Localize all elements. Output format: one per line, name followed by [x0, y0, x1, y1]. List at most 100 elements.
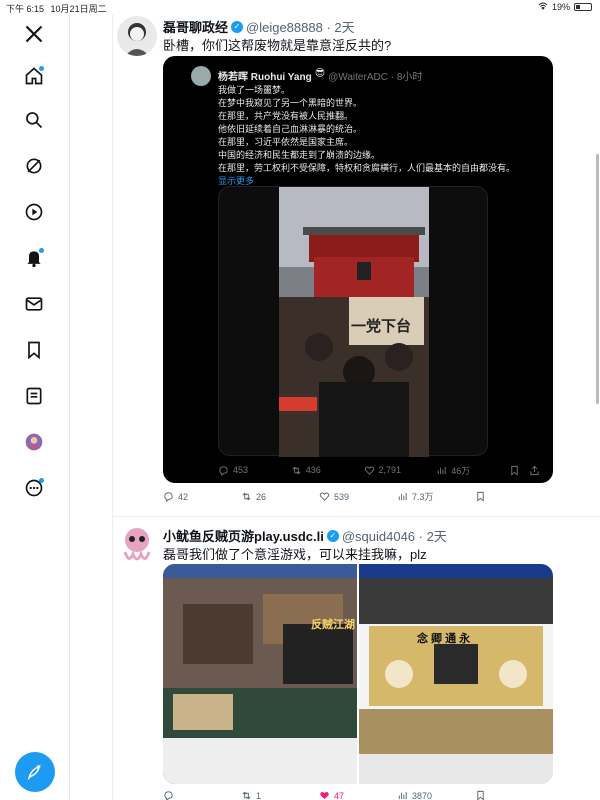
repost-count: 1: [256, 790, 262, 800]
repost-icon: [292, 466, 301, 474]
quoted-author-handle[interactable]: @WaiterADC · 8小时: [328, 68, 422, 83]
reply-count: 42: [178, 491, 189, 502]
bookmark-icon: [477, 790, 484, 800]
reply-icon: [219, 465, 228, 476]
tweet-text: 卧槽，你们这帮废物就是靠意淫反共的?: [163, 38, 392, 53]
views-icon: [398, 791, 407, 800]
media-grid[interactable]: 反贼江湖 念 卿 通 永: [163, 564, 553, 784]
game-screenshot-1[interactable]: 反贼江湖: [163, 564, 357, 784]
tweet-card[interactable]: 磊哥聊政经 ✓ @leige88888 · 2天 卧槽，你们这帮废物就是靠意淫反…: [113, 14, 600, 514]
tweet-header: 磊哥聊政经 ✓ @leige88888 · 2天: [163, 17, 355, 36]
feather-icon: [27, 764, 41, 781]
reply-icon: [164, 791, 173, 800]
x-logo-icon[interactable]: [22, 22, 46, 46]
like-button[interactable]: 2,791: [364, 461, 437, 479]
like-count: 2,791: [378, 465, 402, 475]
quoted-text: 我做了一场噩梦。 在梦中我窥见了另一个黑暗的世界。 在那里，共产党没有被人民推翻…: [218, 84, 548, 188]
battery-percent: 19%: [551, 2, 570, 12]
repost-count: 26: [256, 491, 267, 502]
views-icon: [438, 466, 446, 474]
heart-filled-icon: [320, 791, 329, 800]
bookmarks-icon[interactable]: [22, 338, 46, 362]
time-text: 下午 6:15: [6, 4, 45, 14]
quoted-line: 在梦中我窥见了另一个黑暗的世界。: [218, 98, 363, 108]
reply-icon: [164, 492, 173, 502]
repost-icon: [242, 791, 251, 800]
protest-photo[interactable]: 一党下台: [279, 187, 429, 457]
share-icon: [530, 465, 539, 475]
messages-icon[interactable]: [22, 292, 46, 316]
quoted-header: 杨若晖 Ruohui Yang 😎 @WaiterADC · 8小时: [218, 68, 422, 83]
tweet-action-bar: 1 47 3870: [163, 790, 553, 800]
verified-badge-icon: ✓: [231, 20, 244, 33]
wifi-icon: [538, 2, 548, 12]
reply-button[interactable]: [163, 790, 241, 800]
home-icon[interactable]: [22, 64, 46, 88]
battery-icon: [574, 3, 592, 11]
tweet-text: 磊哥我们做了个意淫游戏，可以来挂我嘛，plz: [163, 547, 427, 562]
bookmark-icon: [477, 491, 484, 502]
grok-icon[interactable]: [22, 154, 46, 178]
author-name[interactable]: 磊哥聊政经: [163, 17, 228, 36]
like-count: 539: [334, 491, 350, 502]
author-name[interactable]: 小鱿鱼反贼页游play.usdc.li: [163, 526, 324, 545]
quoted-avatar[interactable]: [191, 66, 211, 86]
more-icon[interactable]: [22, 476, 46, 500]
bookmark-button[interactable]: [475, 490, 553, 503]
like-count: 47: [334, 790, 345, 800]
notifications-badge-dot: [39, 248, 44, 253]
repost-button[interactable]: 1: [241, 790, 319, 800]
scrollbar[interactable]: [596, 154, 599, 404]
views-icon: [398, 492, 407, 501]
reply-button[interactable]: 42: [163, 490, 241, 503]
avatar[interactable]: [117, 524, 157, 564]
tweet-card[interactable]: 小鱿鱼反贼页游play.usdc.li ✓ @squid4046 · 2天 磊哥…: [113, 522, 600, 800]
like-button[interactable]: 47: [319, 790, 397, 800]
bookmark-button[interactable]: [509, 461, 529, 479]
views-button[interactable]: 7.3万: [397, 490, 475, 503]
protest-sign-text: 一党下台: [351, 318, 412, 335]
date-text: 10月21日周二: [50, 4, 107, 14]
quoted-line: 在那里，劳工权利不受保障，特权和贪腐横行，人们最基本的自由都没有。: [218, 163, 516, 173]
repost-count: 436: [305, 465, 321, 475]
quoted-media[interactable]: 一党下台: [218, 186, 488, 457]
reply-count: 453: [233, 465, 249, 475]
sidebar: [0, 14, 70, 800]
bookmark-button[interactable]: [475, 790, 553, 800]
avatar[interactable]: [117, 16, 157, 56]
views-count: 3870: [412, 790, 433, 800]
home-badge-dot: [39, 66, 44, 71]
quoted-line: 他依旧延续着自己血淋淋暴的统治。: [218, 124, 363, 134]
game-title: 念 卿 通 永: [417, 633, 471, 645]
quoted-tweet[interactable]: 杨若晖 Ruohui Yang 😎 @WaiterADC · 8小时 我做了一场…: [163, 56, 553, 483]
quoted-line: 在那里，共产党没有被人民推翻。: [218, 111, 354, 121]
divider: [113, 516, 600, 517]
bookmark-icon: [511, 465, 518, 476]
views-count: 46万: [451, 465, 471, 476]
views-button[interactable]: 46万: [436, 461, 509, 479]
avatar-icon[interactable]: [22, 430, 46, 454]
search-icon[interactable]: [22, 108, 46, 132]
like-button[interactable]: 539: [319, 490, 397, 503]
lists-icon[interactable]: [22, 384, 46, 408]
more-badge-dot: [39, 478, 44, 483]
game-screenshot-2[interactable]: 念 卿 通 永: [359, 564, 553, 784]
video-icon[interactable]: [22, 200, 46, 224]
quoted-line: 我做了一场噩梦。: [218, 85, 291, 95]
share-button[interactable]: [529, 461, 543, 479]
views-button[interactable]: 3870: [397, 790, 475, 800]
author-handle[interactable]: @squid4046 · 2天: [342, 526, 447, 545]
reply-button[interactable]: 453: [218, 461, 291, 479]
notifications-icon[interactable]: [22, 246, 46, 270]
author-handle[interactable]: @leige88888 · 2天: [246, 17, 355, 36]
emoji-icon: 😎: [314, 68, 326, 79]
repost-button[interactable]: 436: [291, 461, 364, 479]
quoted-author-name[interactable]: 杨若晖 Ruohui Yang: [218, 68, 312, 83]
tweet-action-bar: 42 26 539 7.3万: [163, 490, 553, 503]
compose-button[interactable]: [15, 752, 55, 792]
tweet-header: 小鱿鱼反贼页游play.usdc.li ✓ @squid4046 · 2天: [163, 526, 447, 545]
timeline: 磊哥聊政经 ✓ @leige88888 · 2天 卧槽，你们这帮废物就是靠意淫反…: [112, 14, 600, 800]
repost-button[interactable]: 26: [241, 490, 319, 503]
quoted-line: 在那里，习近平依然是国家主席。: [218, 137, 354, 147]
game-title: 反贼江湖: [311, 619, 355, 631]
